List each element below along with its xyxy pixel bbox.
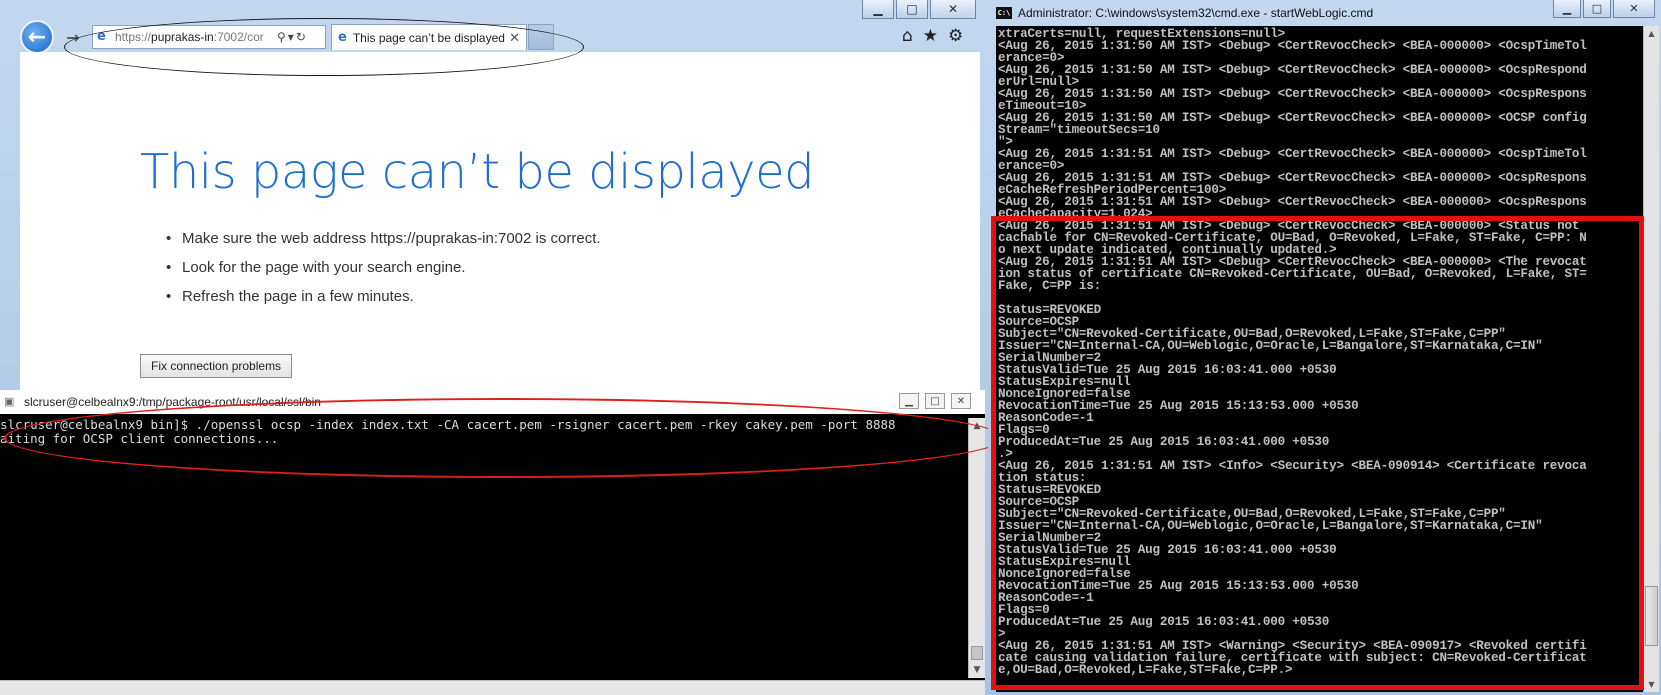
cmd-scrollbar[interactable]: ▲ ▼ — [1643, 26, 1659, 692]
maximize-button[interactable]: □ — [896, 0, 928, 19]
browser-window-controls: ▁ □ ✕ — [862, 0, 976, 19]
maximize-button[interactable]: □ — [1583, 0, 1611, 18]
close-button[interactable]: ✕ — [951, 393, 971, 409]
annotation-box-red — [991, 216, 1644, 690]
back-arrow-icon[interactable]: ← — [20, 20, 54, 54]
scroll-down-icon[interactable]: ▼ — [1644, 677, 1659, 692]
console-line: <Aug 26, 2015 1:31:50 AM IST> <Debug> <C… — [998, 63, 1587, 77]
minimize-button[interactable]: ▁ — [862, 0, 894, 19]
cmd-icon: C:\ — [996, 7, 1012, 19]
terminal-window-controls: ▁ □ ✕ — [899, 393, 971, 409]
scroll-up-icon[interactable]: ▲ — [1644, 26, 1659, 41]
close-button[interactable]: ✕ — [930, 0, 976, 19]
browser-toolbar: ⌂ ★ ⚙ — [902, 26, 963, 46]
terminal-horizontal-scrollbar[interactable] — [0, 680, 985, 695]
error-tips: Make sure the web address https://puprak… — [166, 230, 601, 317]
annotation-ellipse-black — [64, 18, 584, 76]
home-icon[interactable]: ⌂ — [902, 26, 913, 46]
scroll-thumb[interactable] — [971, 646, 983, 660]
list-item: Make sure the web address https://puprak… — [166, 230, 601, 259]
fix-connection-button[interactable]: Fix connection problems — [140, 354, 293, 378]
terminal-icon: ▣ — [4, 396, 15, 408]
scroll-thumb[interactable] — [1645, 586, 1658, 646]
minimize-button[interactable]: ▁ — [899, 393, 919, 409]
terminal-scrollbar[interactable]: ▲ ▼ — [968, 418, 985, 678]
cmd-title: Administrator: C:\windows\system32\cmd.e… — [1018, 6, 1374, 20]
cmd-window-controls: ▁ □ ✕ — [1553, 0, 1655, 18]
console-line: <Aug 26, 2015 1:31:51 AM IST> <Debug> <C… — [998, 147, 1587, 161]
page-title: This page can’t be displayed — [140, 144, 815, 200]
console-line: Stream="timeoutSecs=10 — [998, 123, 1160, 137]
list-item: Refresh the page in a few minutes. — [166, 288, 601, 317]
scroll-down-icon[interactable]: ▼ — [969, 662, 985, 678]
page-content: This page can’t be displayed Make sure t… — [20, 52, 980, 392]
favorites-star-icon[interactable]: ★ — [923, 26, 938, 46]
close-button[interactable]: ✕ — [1613, 0, 1655, 18]
annotation-ellipse-red — [4, 398, 1004, 478]
list-item: Look for the page with your search engin… — [166, 259, 601, 288]
maximize-button[interactable]: □ — [925, 393, 945, 409]
minimize-button[interactable]: ▁ — [1553, 0, 1581, 18]
console-line: <Aug 26, 2015 1:31:50 AM IST> <Debug> <C… — [998, 39, 1587, 53]
settings-gear-icon[interactable]: ⚙ — [948, 26, 963, 46]
